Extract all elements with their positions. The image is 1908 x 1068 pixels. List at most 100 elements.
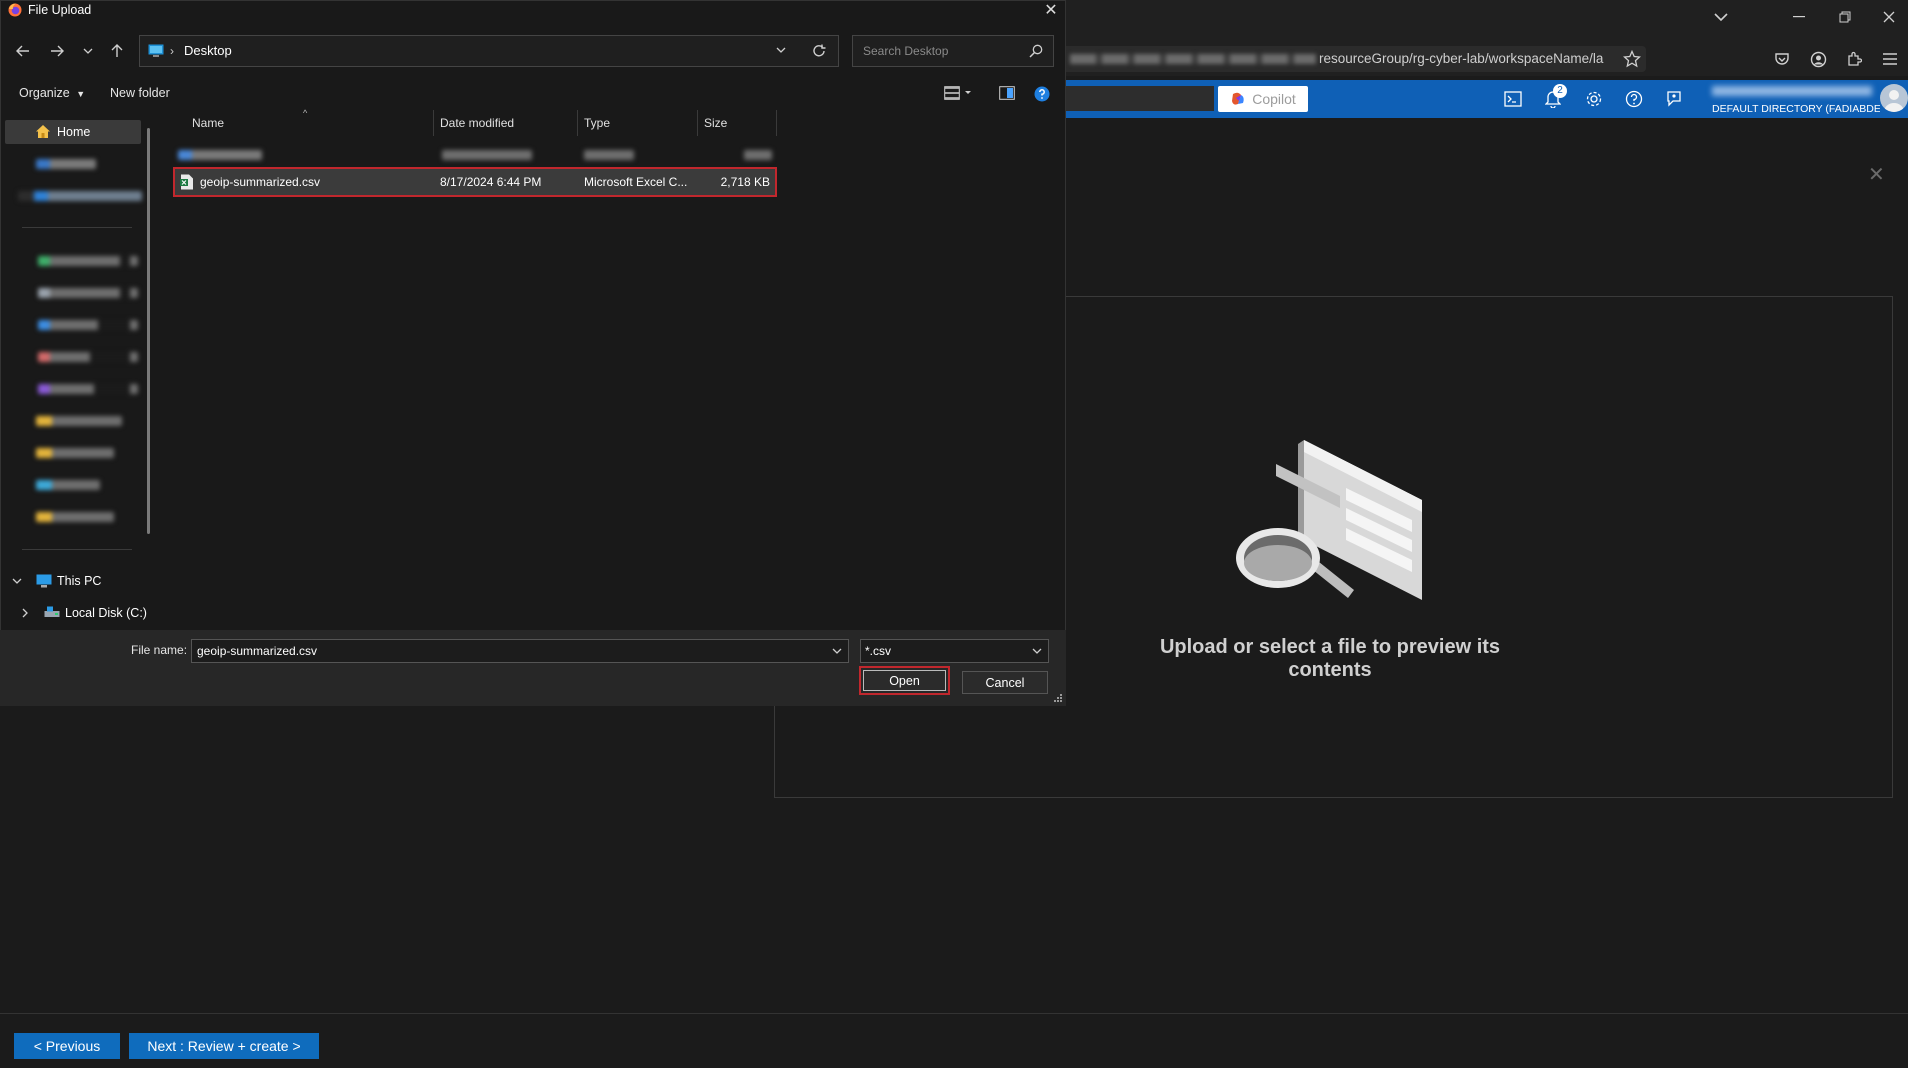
address-breadcrumb[interactable] — [139, 35, 839, 67]
home-icon — [36, 125, 50, 138]
settings-gear-icon[interactable] — [1579, 86, 1609, 112]
help-icon[interactable] — [1619, 86, 1649, 112]
nav-divider — [22, 227, 132, 228]
column-header-date-modified[interactable]: Date modified — [440, 116, 514, 130]
column-separator[interactable] — [697, 110, 698, 136]
expand-chevron-icon — [12, 578, 22, 584]
nav-item-redacted[interactable] — [38, 384, 138, 394]
nav-item-home[interactable]: Home — [5, 120, 141, 144]
account-name-redacted[interactable] — [1712, 86, 1872, 96]
file-type-dropdown-chevron-icon — [1032, 648, 1042, 654]
new-folder-button[interactable]: New folder — [110, 86, 170, 100]
notification-count-badge: 2 — [1553, 84, 1567, 98]
dialog-close-icon[interactable]: ✕ — [1040, 0, 1062, 20]
nav-item-redacted[interactable] — [38, 352, 138, 362]
bookmark-star-icon[interactable] — [1615, 42, 1649, 76]
file-date-cell: 8/17/2024 6:44 PM — [440, 175, 542, 189]
breadcrumb-desktop[interactable]: Desktop — [184, 43, 232, 58]
organize-chevron-icon: ▼ — [76, 89, 86, 99]
cancel-button[interactable]: Cancel — [962, 671, 1048, 694]
breadcrumb-separator-icon: › — [170, 44, 174, 58]
nav-item-redacted[interactable] — [36, 416, 122, 426]
column-header-size[interactable]: Size — [704, 116, 727, 130]
file-name-cell: geoip-summarized.csv — [200, 175, 321, 189]
search-icon — [1029, 44, 1043, 58]
help-icon[interactable] — [1034, 86, 1050, 102]
nav-item-redacted[interactable] — [36, 448, 114, 458]
footer-divider — [0, 1013, 1908, 1014]
pocket-icon[interactable] — [1765, 42, 1799, 76]
window-close-icon[interactable] — [1872, 0, 1906, 34]
nav-scrollbar[interactable] — [147, 128, 150, 534]
file-preview-illustration — [1236, 440, 1426, 610]
nav-item-redacted[interactable] — [38, 256, 138, 266]
file-name-combobox[interactable] — [191, 639, 849, 663]
nav-item-redacted[interactable] — [18, 191, 142, 201]
forward-arrow-icon[interactable] — [43, 40, 71, 62]
previous-button[interactable]: < Previous — [14, 1033, 120, 1059]
open-button-label: Open — [863, 670, 946, 691]
excel-csv-file-icon — [180, 174, 194, 190]
preview-pane-icon[interactable] — [999, 86, 1015, 100]
nav-item-redacted[interactable] — [36, 512, 114, 522]
column-separator[interactable] — [433, 110, 434, 136]
organize-menu[interactable]: Organize ▼ — [19, 86, 85, 100]
organize-label: Organize — [19, 86, 70, 100]
firefox-icon — [8, 3, 22, 17]
file-name-input[interactable] — [195, 643, 819, 659]
nav-local-disk-label: Local Disk (C:) — [65, 606, 147, 620]
address-dropdown-chevron-icon[interactable] — [776, 47, 786, 53]
recent-locations-chevron-icon[interactable] — [74, 40, 102, 62]
copilot-button[interactable]: Copilot — [1218, 86, 1308, 112]
restore-icon[interactable] — [1828, 0, 1862, 34]
file-name-dropdown-chevron-icon[interactable] — [832, 648, 842, 654]
menu-icon[interactable] — [1873, 42, 1907, 76]
nav-item-redacted[interactable] — [38, 288, 138, 298]
dialog-title: File Upload — [28, 3, 92, 17]
computer-icon — [36, 574, 52, 588]
back-arrow-icon[interactable] — [9, 40, 37, 62]
feedback-icon[interactable] — [1659, 86, 1689, 112]
cloud-shell-icon[interactable] — [1498, 86, 1528, 112]
nav-item-redacted[interactable] — [36, 480, 100, 490]
drive-icon — [44, 606, 60, 617]
close-panel-icon[interactable]: ✕ — [1868, 162, 1885, 187]
file-type-value: *.csv — [865, 644, 892, 658]
resize-grip-icon[interactable] — [1054, 694, 1063, 703]
desktop-folder-icon — [148, 44, 164, 57]
url-text: resourceGroup/rg-cyber-lab/workspaceName… — [1319, 51, 1604, 66]
column-header-type[interactable]: Type — [584, 116, 610, 130]
url-redacted — [1070, 54, 1316, 64]
collapsed-chevron-icon — [22, 608, 28, 618]
file-size-cell: 2,718 KB — [720, 175, 770, 189]
address-bar[interactable]: resourceGroup/rg-cyber-lab/workspaceName… — [1066, 46, 1646, 72]
up-arrow-icon[interactable] — [103, 40, 131, 62]
file-type-cell: Microsoft Excel C... — [584, 175, 688, 189]
copilot-icon — [1232, 92, 1244, 105]
azure-search-box[interactable] — [1066, 86, 1214, 111]
file-name-label: File name: — [131, 643, 188, 657]
extensions-icon[interactable] — [1837, 42, 1871, 76]
file-type-select[interactable]: *.csv — [860, 639, 1049, 663]
file-row-redacted[interactable] — [178, 148, 774, 162]
avatar[interactable] — [1880, 84, 1908, 112]
nav-home-label: Home — [57, 125, 91, 139]
next-review-create-button[interactable]: Next : Review + create > — [129, 1033, 319, 1059]
account-icon[interactable] — [1801, 42, 1835, 76]
column-separator[interactable] — [776, 110, 777, 136]
nav-item-redacted[interactable] — [36, 159, 96, 169]
account-directory[interactable]: DEFAULT DIRECTORY (FADIABDE... — [1712, 103, 1880, 115]
nav-item-redacted[interactable] — [38, 320, 138, 330]
column-separator[interactable] — [577, 110, 578, 136]
file-upload-dialog — [0, 0, 1066, 706]
search-input[interactable] — [861, 43, 1030, 59]
nav-divider — [22, 549, 132, 550]
refresh-icon[interactable] — [812, 44, 826, 58]
open-button[interactable]: Open — [859, 666, 950, 695]
column-header-name[interactable]: Name — [192, 116, 224, 130]
copilot-label: Copilot — [1252, 91, 1296, 107]
view-options-icon[interactable] — [944, 86, 974, 100]
search-box[interactable] — [852, 35, 1054, 67]
tab-list-chevron-icon[interactable] — [1704, 0, 1738, 34]
minimize-icon[interactable] — [1782, 0, 1816, 34]
